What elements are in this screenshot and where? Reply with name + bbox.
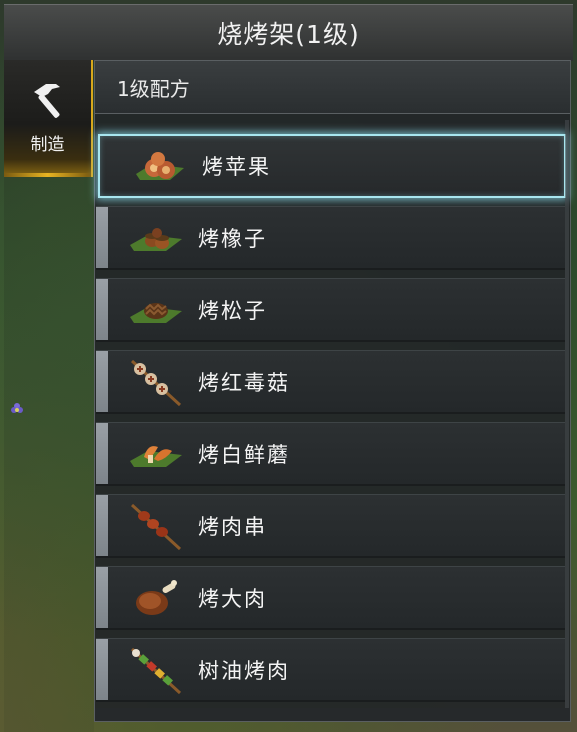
- roasted-apple-icon: [136, 152, 184, 180]
- row-marker: [96, 567, 108, 628]
- window-title: 烧烤架(1级): [217, 20, 360, 49]
- meat-skewer-icon: [130, 503, 182, 551]
- recipe-item-label: 烤松子: [198, 298, 267, 323]
- roasted-pinecone-icon: [130, 303, 182, 323]
- row-marker: [96, 279, 108, 340]
- row-marker: [96, 639, 108, 700]
- recipe-item-roasted-red-mushroom[interactable]: 烤红毒菇: [96, 350, 565, 414]
- recipe-item-roasted-big-meat[interactable]: 烤大肉: [96, 566, 565, 630]
- recipe-item-meat-skewer[interactable]: 烤肉串: [96, 494, 565, 558]
- roasted-white-mushroom-icon: [130, 446, 182, 467]
- recipe-item-label: 烤白鲜蘑: [198, 442, 290, 467]
- recipe-item-label: 烤橡子: [198, 226, 267, 251]
- tab-craft-label: 制造: [30, 135, 65, 155]
- resin-roast-skewer-icon: [130, 647, 182, 695]
- recipe-item-label: 烤苹果: [202, 155, 271, 179]
- recipe-item-roasted-white-mushroom[interactable]: 烤白鲜蘑: [96, 422, 565, 486]
- scrollbar-track[interactable]: [565, 120, 569, 720]
- row-marker: [96, 351, 108, 412]
- recipe-item-label: 烤大肉: [198, 586, 267, 611]
- recipe-item-resin-roast[interactable]: 树油烤肉: [96, 638, 565, 702]
- panel-bottom-edge: [94, 708, 571, 722]
- recipe-level-header: 1级配方: [94, 60, 571, 114]
- hammer-icon: [33, 84, 60, 118]
- roasted-big-meat-icon: [136, 580, 177, 615]
- roasted-acorn-icon: [130, 228, 182, 251]
- row-marker: [96, 423, 108, 484]
- recipe-item-roasted-acorn[interactable]: 烤橡子: [96, 206, 565, 270]
- row-marker: [96, 207, 108, 268]
- recipe-level-title: 1级配方: [117, 76, 190, 101]
- recipe-item-label: 烤肉串: [198, 514, 267, 539]
- tab-craft[interactable]: 制造: [4, 60, 93, 177]
- row-marker: [96, 495, 108, 556]
- mushroom-skewer-icon: [130, 359, 182, 407]
- window-title-bar: 烧烤架(1级): [4, 4, 573, 61]
- flower-decoration: [11, 403, 23, 413]
- recipe-item-label: 树油烤肉: [198, 658, 290, 683]
- recipe-item-roasted-pinecone[interactable]: 烤松子: [96, 278, 565, 342]
- recipe-item-label: 烤红毒菇: [198, 370, 290, 395]
- recipe-item-roasted-apple[interactable]: 烤苹果: [98, 134, 566, 198]
